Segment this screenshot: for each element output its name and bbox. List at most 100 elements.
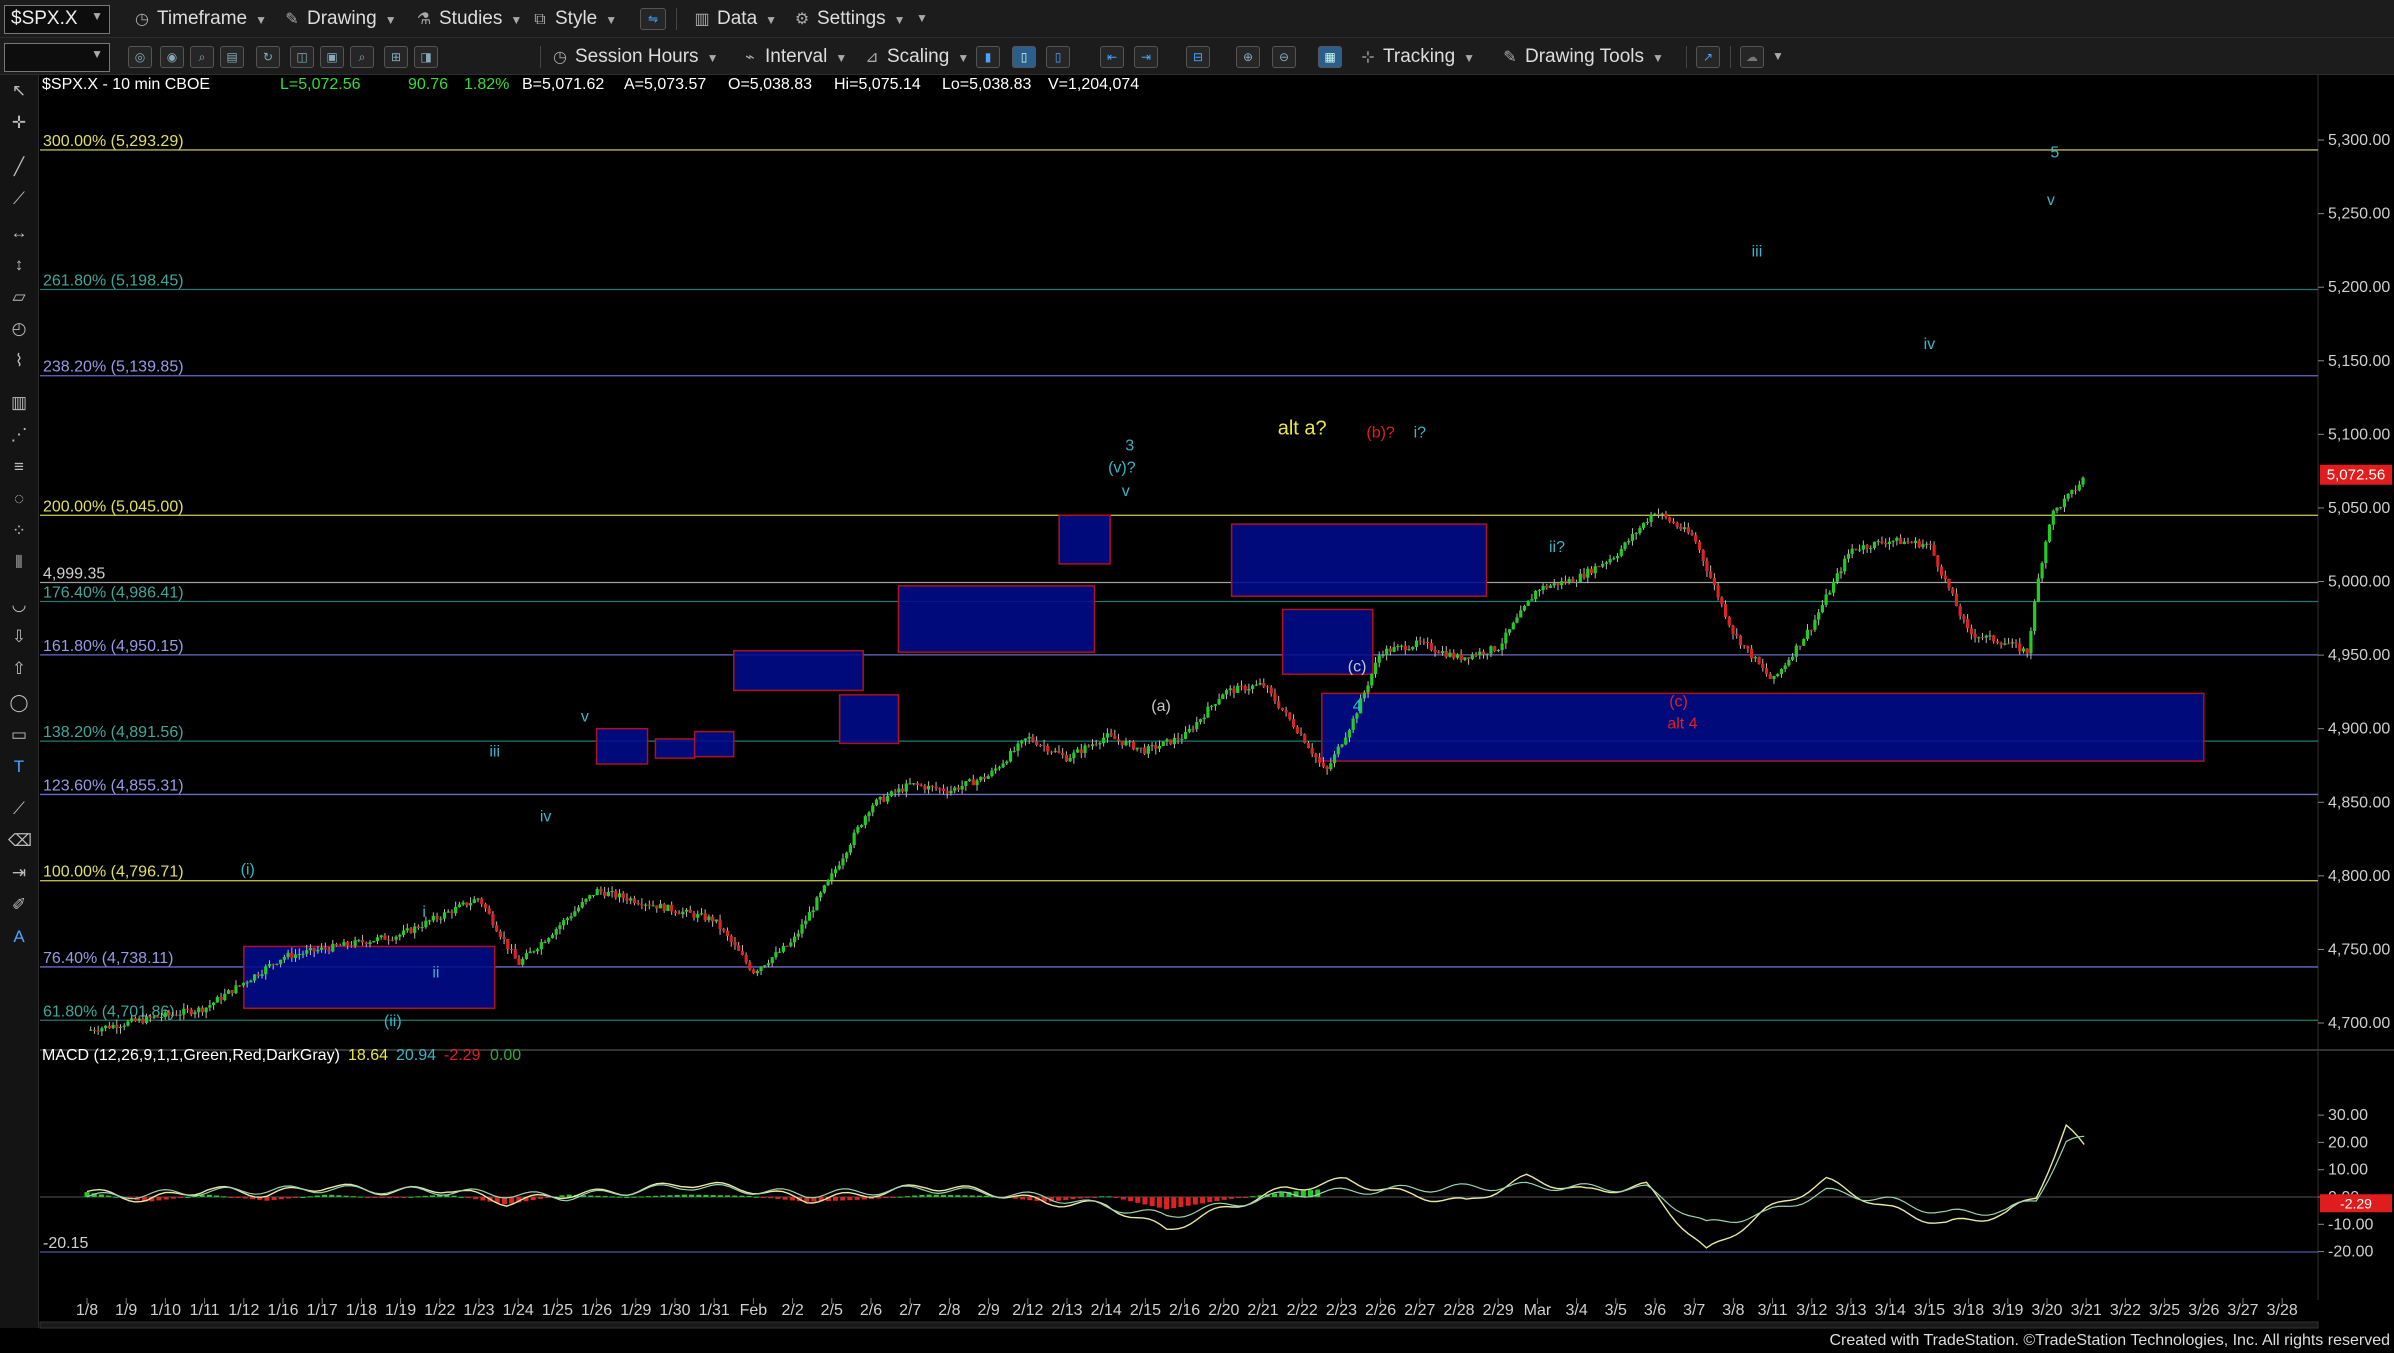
- arrow-down-icon[interactable]: ⇩: [8, 627, 30, 647]
- trendline-icon[interactable]: ╱: [8, 157, 30, 177]
- symbol-box[interactable]: $SPX.X ▼: [4, 5, 110, 34]
- chevron-down-icon[interactable]: ▼: [91, 47, 103, 61]
- candle-body: [588, 895, 592, 899]
- arc-icon[interactable]: ◡: [8, 595, 30, 615]
- macd-histogram-bar: [293, 1197, 299, 1198]
- refresh-icon[interactable]: ↻: [256, 46, 280, 68]
- vertical-line-icon[interactable]: ↕: [8, 255, 30, 275]
- magnify-icon[interactable]: ⌕: [350, 46, 374, 68]
- macd-title: MACD (12,26,9,1,1,Green,Red,DarkGray): [42, 1047, 340, 1064]
- candle-body: [1638, 527, 1642, 534]
- template-icon[interactable]: ◨: [414, 46, 438, 68]
- macd-histogram-bar: [1236, 1197, 1242, 1198]
- candle-body: [1150, 745, 1154, 747]
- rectangle-icon[interactable]: ▭: [8, 725, 30, 745]
- shift-right-icon[interactable]: ⇥: [1134, 46, 1158, 68]
- zoom-icon[interactable]: ⌕: [190, 46, 214, 68]
- chevron-down-icon[interactable]: ▼: [91, 9, 103, 23]
- cloud-icon[interactable]: ☁: [1740, 46, 1764, 68]
- candle-body: [2081, 477, 2085, 485]
- arrow-up-icon[interactable]: ⇧: [8, 659, 30, 679]
- drawing-tools-label: Drawing Tools: [1525, 46, 1644, 67]
- print-icon[interactable]: ▤: [220, 46, 244, 68]
- dots-icon[interactable]: ⁘: [8, 521, 30, 541]
- export-icon[interactable]: ↗: [1696, 46, 1720, 68]
- candle-body: [1969, 628, 1973, 635]
- candle-body: [1608, 559, 1612, 563]
- candle-body: [923, 785, 927, 790]
- zoom-out-icon[interactable]: ⊖: [1272, 46, 1296, 68]
- layout-icon[interactable]: ⊟: [1186, 46, 1210, 68]
- measure-icon[interactable]: ⇥: [8, 863, 30, 883]
- studies-menu[interactable]: ⚗ Studies ▼: [414, 7, 522, 30]
- candle-body: [1515, 617, 1519, 623]
- session-hours-menu[interactable]: ◷ Session Hours ▼: [550, 45, 718, 68]
- workspace-select[interactable]: ▼: [4, 43, 110, 72]
- data-window-icon[interactable]: ▦: [1318, 46, 1342, 68]
- eraser-icon[interactable]: ⌫: [8, 831, 32, 851]
- candlestick-icon[interactable]: ▯: [1012, 46, 1036, 68]
- text-box-icon[interactable]: A: [8, 927, 30, 947]
- candle-body: [830, 873, 834, 880]
- line-tool-icon[interactable]: ⟋: [8, 799, 30, 819]
- horizontal-line-icon[interactable]: ↔: [8, 223, 30, 243]
- macd-histogram-bar: [156, 1197, 162, 1201]
- drawing-tools-menu[interactable]: ✎ Drawing Tools ▼: [1500, 45, 1664, 68]
- candle-body: [536, 949, 540, 952]
- macd-histogram-bar: [1243, 1197, 1249, 1198]
- shift-left-icon[interactable]: ⇤: [1100, 46, 1124, 68]
- settings-menu[interactable]: ⚙ Settings ▼: [792, 7, 906, 30]
- pitchfork-icon[interactable]: ⫴: [8, 553, 30, 573]
- macd-histogram-bar: [178, 1197, 184, 1198]
- candle-body: [1939, 566, 1944, 576]
- camera-icon[interactable]: ◫: [290, 46, 314, 68]
- cycle-icon[interactable]: ◴: [8, 319, 30, 339]
- symbol-input[interactable]: $SPX.X: [11, 8, 78, 30]
- bar-chart-icon[interactable]: ▮: [976, 46, 1000, 68]
- style-menu[interactable]: ⧉ Style ▼: [530, 7, 617, 30]
- macd-value: -2.29: [444, 1047, 481, 1064]
- hollow-candle-icon[interactable]: ▯: [1046, 46, 1070, 68]
- fib-icon[interactable]: ⌇: [8, 351, 30, 371]
- scaling-menu[interactable]: ⊿ Scaling ▼: [862, 45, 969, 68]
- drawing-menu[interactable]: ✎ Drawing ▼: [282, 7, 396, 30]
- ray-icon[interactable]: ⟋: [8, 189, 30, 209]
- symbol-link-icon[interactable]: ◉: [160, 46, 184, 68]
- candle-body: [509, 949, 514, 951]
- crosshair-icon[interactable]: ✛: [8, 113, 30, 133]
- macd-histogram-bar: [854, 1197, 860, 1200]
- gann-icon[interactable]: ≡: [8, 457, 30, 477]
- cursor-sync-icon[interactable]: ◎: [128, 46, 152, 68]
- grid-icon[interactable]: ⊞: [384, 46, 408, 68]
- candle-body: [506, 939, 510, 950]
- bars-icon[interactable]: ▥: [8, 393, 30, 413]
- chevron-down-icon[interactable]: ▼: [1772, 45, 1784, 68]
- candle-body: [293, 954, 298, 958]
- window-icon[interactable]: ▣: [320, 46, 344, 68]
- macd-histogram-bar: [1056, 1197, 1062, 1201]
- x-tick-label: 2/16: [1169, 1302, 1200, 1319]
- channel-icon[interactable]: ▱: [8, 287, 30, 307]
- tracking-menu[interactable]: ⊹ Tracking ▼: [1358, 45, 1475, 68]
- timeframe-menu[interactable]: ◷ Timeframe ▼: [132, 7, 267, 30]
- candle-body: [498, 931, 502, 938]
- header-value: 1.82%: [464, 76, 509, 93]
- candle-body: [800, 924, 804, 934]
- candle-body: [1656, 513, 1661, 515]
- pointer-icon[interactable]: ↖: [8, 81, 30, 101]
- ellipse-icon[interactable]: ◯: [8, 693, 30, 713]
- highlighter-icon[interactable]: ✐: [8, 895, 30, 915]
- data-menu[interactable]: ▥ Data ▼: [692, 7, 777, 30]
- candle-body: [733, 941, 737, 946]
- macd-histogram-bar: [969, 1195, 975, 1197]
- spiral-icon[interactable]: ◌: [8, 489, 30, 509]
- y-tick-label: 5,050.00: [2328, 500, 2390, 517]
- speed-lines-icon[interactable]: ⋰: [8, 425, 30, 445]
- candle-body: [1046, 745, 1050, 752]
- zoom-in-icon[interactable]: ⊕: [1236, 46, 1260, 68]
- interval-menu[interactable]: ⌁ Interval ▼: [740, 45, 847, 68]
- link-icon[interactable]: ⇋: [640, 8, 666, 30]
- chevron-down-icon[interactable]: ▼: [916, 7, 928, 30]
- candle-body: [718, 919, 722, 930]
- text-icon[interactable]: T: [8, 757, 30, 777]
